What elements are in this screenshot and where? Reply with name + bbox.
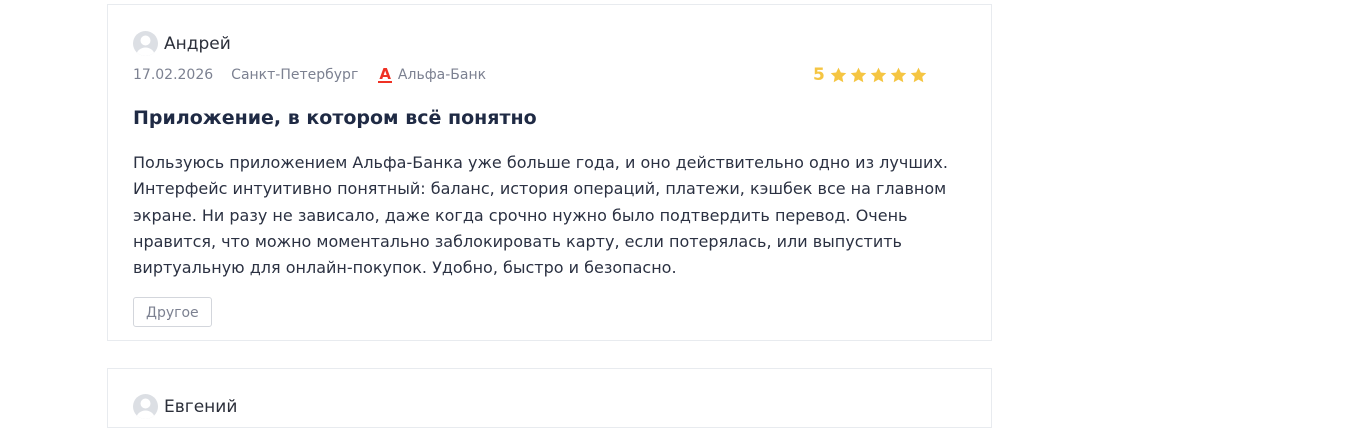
alfa-bank-logo-icon: А — [378, 65, 392, 83]
review-bank[interactable]: А Альфа-Банк — [378, 67, 486, 83]
review-card: Андрей 17.02.2026 Санкт-Петербург А Альф… — [107, 4, 992, 341]
star-icon — [830, 67, 847, 82]
review-city: Санкт-Петербург — [231, 67, 359, 83]
review-text: Пользуюсь приложением Альфа-Банка уже бо… — [133, 153, 948, 278]
review-date: 17.02.2026 — [133, 67, 214, 83]
star-icon — [870, 67, 887, 82]
star-icon — [850, 67, 867, 82]
star-icon — [890, 67, 907, 82]
author-name: Андрей — [164, 33, 231, 54]
review-title[interactable]: Приложение, в котором всё понятно — [133, 107, 537, 129]
review-tag[interactable]: Другое — [133, 297, 212, 327]
author-name: Евгений — [164, 396, 238, 417]
avatar-icon — [133, 31, 158, 56]
rating-value: 5 — [813, 65, 825, 85]
review-card: Евгений — [107, 368, 992, 428]
review-author: Андрей — [133, 31, 231, 56]
review-rating: 5 — [813, 65, 929, 85]
bank-name[interactable]: Альфа-Банк — [398, 67, 486, 83]
star-icon — [910, 67, 927, 82]
review-meta: 17.02.2026 Санкт-Петербург А Альфа-Банк — [133, 67, 486, 83]
review-author: Евгений — [133, 394, 237, 419]
avatar-icon — [133, 394, 158, 419]
